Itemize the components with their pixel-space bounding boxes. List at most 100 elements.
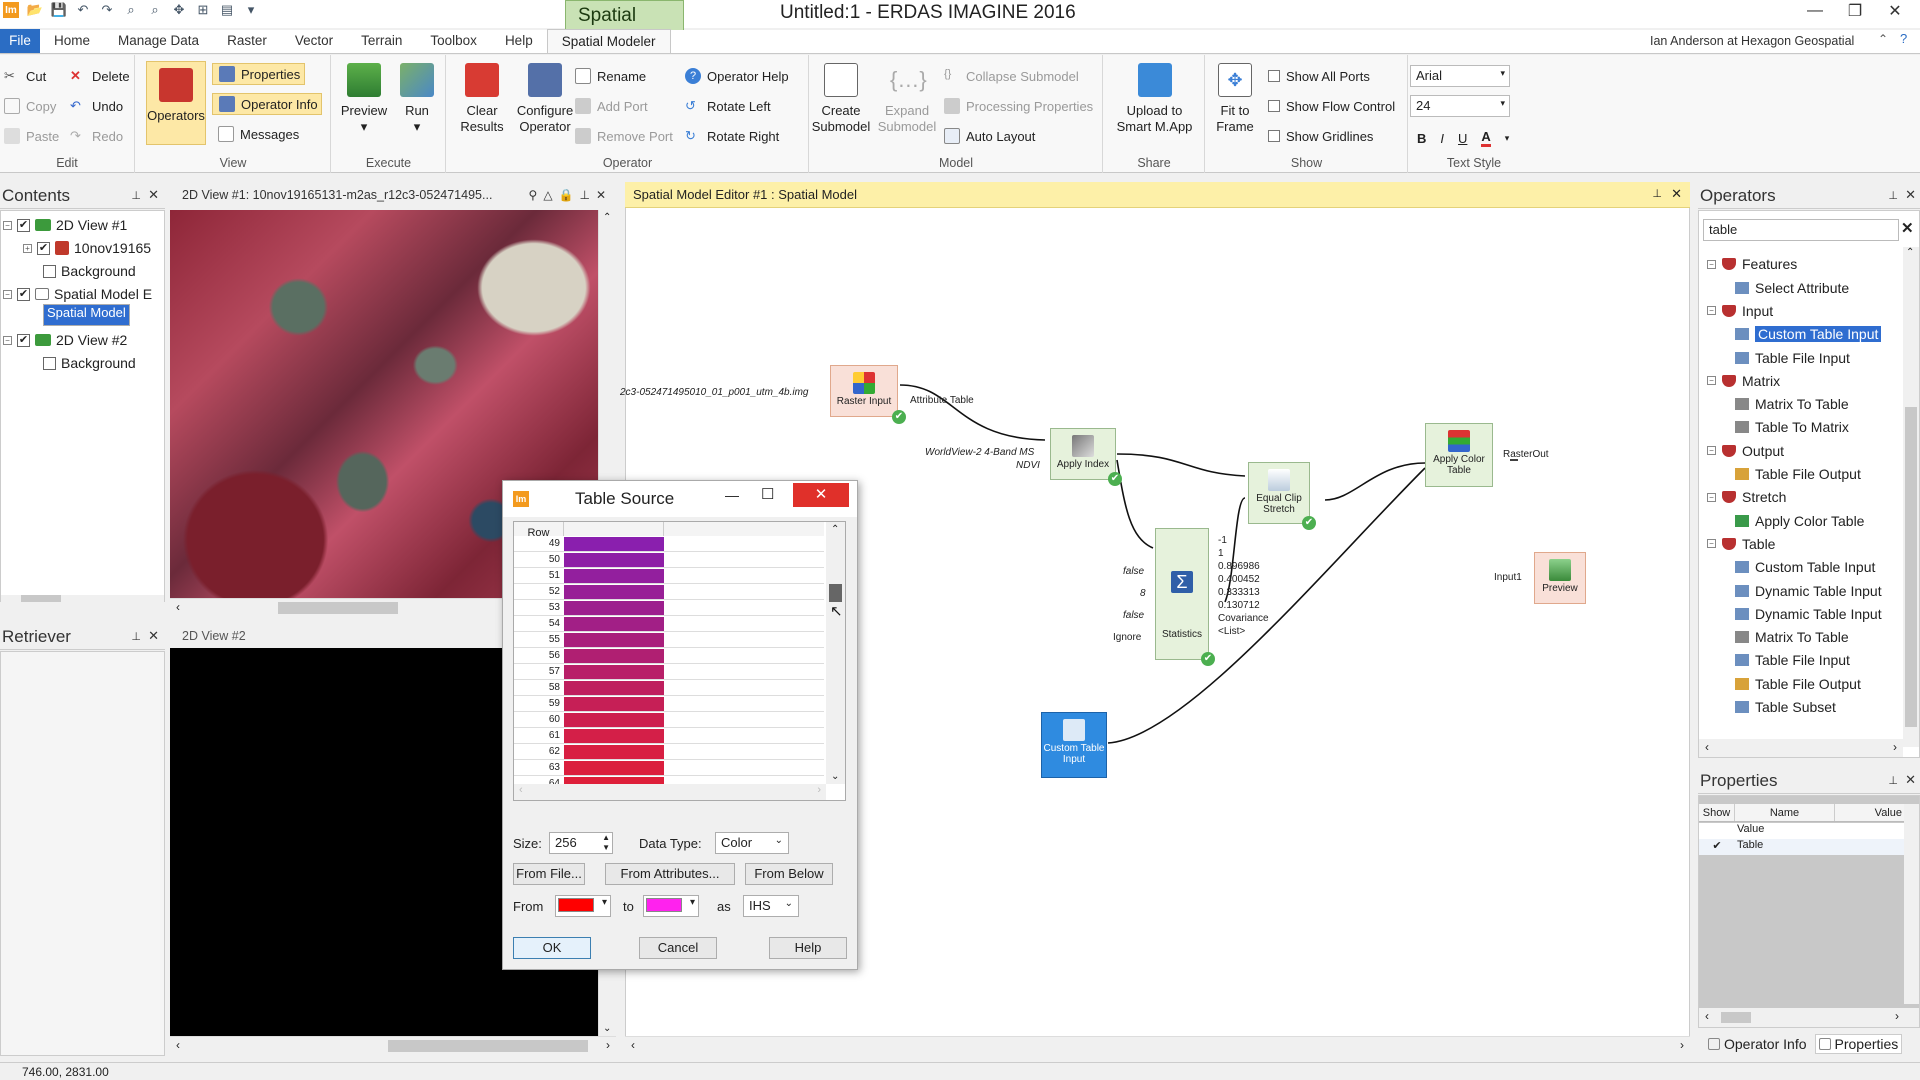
show-gridlines-checkbox[interactable]: Show Gridlines [1268, 125, 1373, 147]
pin-icon[interactable]: ⊥ [1888, 774, 1898, 787]
list-hscrollbar[interactable]: ‹ › [514, 784, 826, 800]
operators-search-input[interactable]: table [1703, 219, 1899, 241]
pin-icon[interactable]: ⊥ [131, 630, 141, 643]
color-swatch[interactable] [564, 616, 664, 631]
table-row[interactable]: 49 [514, 536, 824, 552]
operator-category[interactable]: − Matrix [1707, 373, 1780, 389]
operator-item[interactable]: Table File Output [1735, 676, 1861, 692]
table-row[interactable]: 52 [514, 584, 824, 600]
tab-manage-data[interactable]: Manage Data [104, 29, 213, 53]
tab-terrain[interactable]: Terrain [347, 29, 416, 53]
collapse-icon[interactable]: − [3, 289, 12, 299]
close-icon[interactable]: ✕ [1671, 186, 1682, 202]
chevron-right-icon[interactable]: › [606, 1038, 610, 1052]
chevron-down-icon[interactable]: ▾ [1505, 133, 1510, 144]
table-row[interactable]: 58 [514, 680, 824, 696]
fit-to-frame-button[interactable]: ✥ Fit to Frame [1210, 63, 1260, 135]
redo-icon[interactable]: ↷ [96, 1, 118, 19]
table-row[interactable]: 56 [514, 648, 824, 664]
color-swatch[interactable] [564, 600, 664, 615]
table-row[interactable]: 63 [514, 760, 824, 776]
table-row[interactable]: 55 [514, 632, 824, 648]
chevron-down-icon[interactable]: ⌄ [603, 1023, 611, 1034]
operator-item[interactable]: Matrix To Table [1735, 396, 1849, 412]
pin-icon[interactable]: ⊥ [1888, 189, 1898, 202]
operator-category[interactable]: − Output [1707, 443, 1784, 459]
color-swatch[interactable] [564, 552, 664, 567]
clear-results-button[interactable]: Clear Results [457, 63, 507, 135]
properties-vscrollbar[interactable] [1904, 804, 1919, 1004]
operator-info-toggle[interactable]: Operator Info [212, 93, 322, 115]
color-swatch[interactable] [564, 632, 664, 647]
chevron-right-icon[interactable]: › [1680, 1038, 1684, 1052]
table-row[interactable]: 60 [514, 712, 824, 728]
color-swatch[interactable] [564, 696, 664, 711]
collapse-icon[interactable]: − [1707, 446, 1716, 456]
operator-category[interactable]: − Input [1707, 303, 1773, 319]
view2-hscrollbar[interactable]: ‹ › [170, 1036, 616, 1054]
operator-item[interactable]: Custom Table Input [1735, 326, 1882, 343]
close-icon[interactable]: ✕ [148, 187, 159, 203]
bold-button[interactable]: B [1417, 131, 1426, 146]
scroll-thumb[interactable] [21, 595, 61, 602]
tree-item-spatial-model[interactable]: ⊷Spatial Model [43, 303, 130, 326]
collapse-submodel-button[interactable]: {} Collapse Submodel [944, 65, 1079, 87]
scroll-thumb[interactable] [278, 602, 398, 614]
operator-category[interactable]: − Table [1707, 536, 1775, 552]
tree-item-spatial-model-editor[interactable]: − ✔ Spatial Model E [3, 286, 152, 302]
collapse-icon[interactable]: − [3, 220, 12, 230]
clear-search-icon[interactable]: ✕ [1901, 219, 1914, 237]
tab-properties[interactable]: Properties [1814, 1034, 1903, 1054]
messages-toggle[interactable]: Messages [218, 123, 299, 145]
color-swatch[interactable] [564, 728, 664, 743]
pan-icon[interactable]: ✥ [168, 1, 190, 19]
node-apply-index[interactable]: Apply Index [1050, 428, 1116, 480]
property-row-table[interactable]: ✔ Table [1699, 839, 1904, 855]
table-row[interactable]: 50 [514, 552, 824, 568]
create-submodel-button[interactable]: Create Submodel [810, 63, 872, 135]
operator-category[interactable]: − Features [1707, 256, 1797, 272]
show-check[interactable] [1699, 823, 1735, 839]
property-row-value[interactable]: Value [1699, 823, 1904, 839]
chevron-up-icon[interactable]: ⌃ [1906, 247, 1914, 258]
app-logo-icon[interactable]: Im [0, 1, 22, 19]
tab-operator-info[interactable]: Operator Info [1708, 1034, 1807, 1054]
chevron-up-icon[interactable]: ⌃ [831, 524, 839, 535]
table-row[interactable]: 57 [514, 664, 824, 680]
help-question-icon[interactable]: ? [1900, 31, 1907, 46]
delete-button[interactable]: ✕ Delete [70, 65, 130, 87]
node-apply-color-table[interactable]: Apply Color Table [1425, 423, 1493, 487]
scroll-thumb[interactable] [829, 584, 842, 602]
operator-item[interactable]: Dynamic Table Input [1735, 606, 1882, 622]
chevron-left-icon[interactable]: ‹ [1705, 740, 1709, 754]
chevron-left-icon[interactable]: ‹ [519, 784, 523, 796]
color-swatch[interactable] [564, 712, 664, 727]
tree-item-2d-view-2[interactable]: − ✔ 2D View #2 [3, 332, 127, 348]
table-row[interactable]: 51 [514, 568, 824, 584]
checkbox-checked[interactable]: ✔ [17, 218, 30, 232]
redo-button[interactable]: ↷ Redo [70, 125, 123, 147]
auto-layout-button[interactable]: Auto Layout [944, 125, 1035, 147]
properties-toggle[interactable]: Properties [212, 63, 305, 85]
configure-operator-button[interactable]: Configure Operator [511, 63, 579, 135]
color-swatch[interactable] [564, 664, 664, 679]
size-spinner[interactable]: 256 ▲ ▼ [549, 832, 613, 854]
zoom-out-icon[interactable]: ⌕ [144, 1, 166, 19]
color-space-select[interactable]: IHS ⌄ [743, 895, 799, 917]
tab-vector[interactable]: Vector [281, 29, 347, 53]
add-port-button[interactable]: Add Port [575, 95, 648, 117]
table-row[interactable]: 62 [514, 744, 824, 760]
open-folder-icon[interactable]: 📂 [24, 1, 46, 19]
collapse-icon[interactable]: − [1707, 492, 1716, 502]
table-row[interactable]: 54 [514, 616, 824, 632]
to-color-picker[interactable]: ▾ [643, 895, 699, 917]
checkbox-checked[interactable]: ✔ [17, 287, 30, 301]
ok-button[interactable]: OK [513, 937, 591, 959]
chevron-up-icon[interactable]: ⌃ [603, 212, 611, 223]
node-preview[interactable]: Preview [1534, 552, 1586, 604]
operators-button[interactable]: Operators [146, 61, 206, 145]
color-swatch[interactable] [564, 680, 664, 695]
chevron-down-icon[interactable]: ⌄ [831, 771, 839, 782]
zoom-in-icon[interactable]: ⌕ [120, 1, 142, 19]
cut-button[interactable]: ✂ Cut [4, 65, 46, 87]
